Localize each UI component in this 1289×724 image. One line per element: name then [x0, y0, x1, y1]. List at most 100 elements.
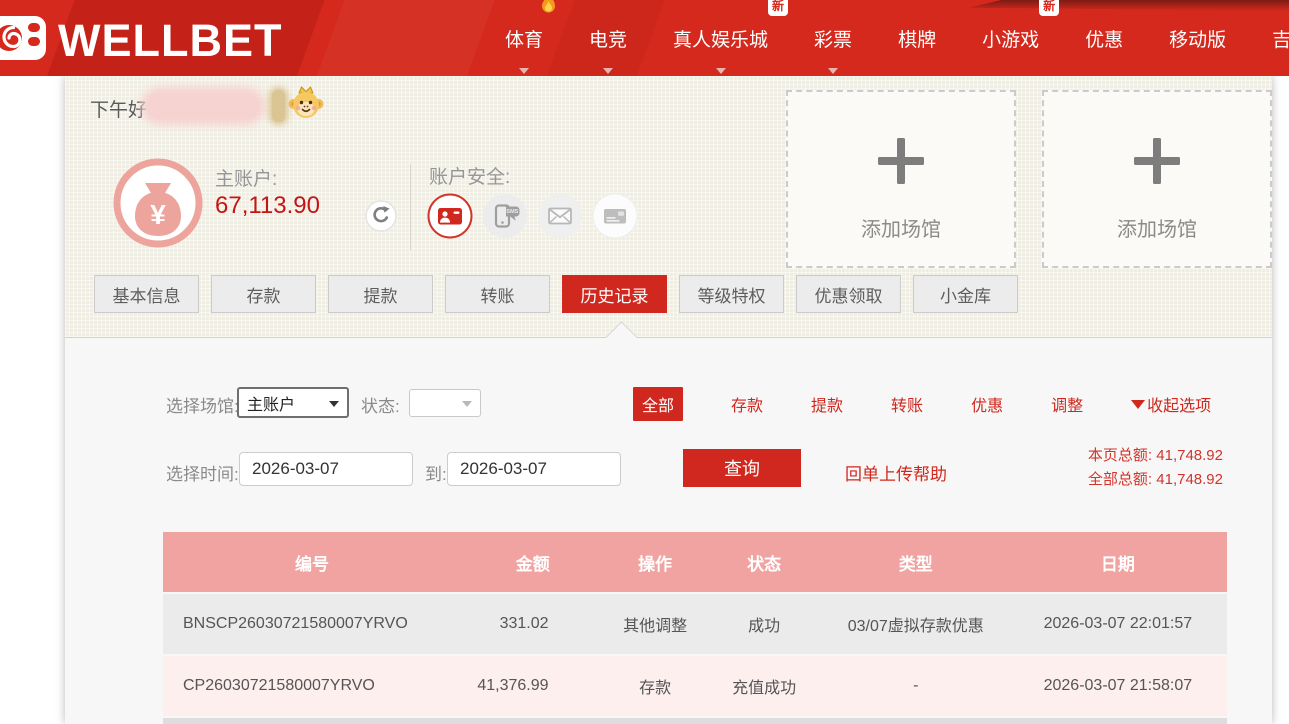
nav-item-mini-games[interactable]: 新 小游戏: [982, 25, 1039, 52]
cell-operation: 其他调整: [605, 612, 706, 636]
content-column: 下午好: [65, 76, 1272, 724]
nav-item-promotions[interactable]: 优惠: [1085, 25, 1123, 52]
refresh-balance-button[interactable]: [365, 200, 397, 237]
nav-item-sports[interactable]: 体育: [505, 25, 543, 52]
tab-vault[interactable]: 小金库: [913, 275, 1018, 313]
cell-date: 2026-03-07 22:01:57: [1009, 615, 1227, 633]
fire-icon: [540, 0, 557, 21]
date-to-input[interactable]: [447, 452, 621, 486]
type-tab-transfer[interactable]: 转账: [891, 392, 923, 416]
add-venue-label: 添加场馆: [861, 213, 941, 242]
add-venue-button[interactable]: 添加场馆: [1042, 90, 1272, 268]
account-security-label: 账户安全:: [429, 162, 510, 189]
tab-vip-privileges[interactable]: 等级特权: [679, 275, 784, 313]
header-ribbon: [312, 0, 498, 76]
col-header-amount: 金额: [461, 550, 605, 575]
receipt-upload-help-link[interactable]: 回单上传帮助: [845, 460, 947, 485]
table-row: BNSCP26030721580007YRVO 331.02 其他调整 成功 0…: [163, 594, 1227, 654]
tab-withdraw[interactable]: 提款: [328, 275, 433, 313]
nav-item-clipped[interactable]: 吉: [1272, 25, 1289, 52]
chevron-down-icon: [603, 68, 613, 74]
venue-select-label: 选择场馆:: [166, 392, 239, 417]
col-header-id: 编号: [163, 550, 461, 575]
nav-item-board-games[interactable]: 棋牌: [898, 25, 936, 52]
bank-card-icon[interactable]: [592, 193, 638, 244]
transaction-table: 编号 金额 操作 状态 类型 日期 BNSCP26030721580007YRV…: [163, 532, 1227, 724]
page-total: 本页总额: 41,748.92: [1088, 444, 1223, 468]
totals-summary: 本页总额: 41,748.92 全部总额: 41,748.92: [1088, 444, 1223, 492]
sms-icon-text: SMS: [506, 209, 518, 215]
table-header-row: 编号 金额 操作 状态 类型 日期: [163, 532, 1227, 592]
account-panel: 下午好: [65, 76, 1272, 338]
time-select-label: 选择时间:: [166, 460, 239, 485]
table-row: CP26030721580007YRVO 41,376.99 存款 充值成功 -…: [163, 656, 1227, 716]
col-header-operation: 操作: [605, 550, 706, 575]
logo-text: WELLBET: [58, 12, 282, 70]
cell-type: -: [823, 677, 1009, 695]
sms-phone-icon[interactable]: SMS: [482, 193, 528, 244]
divider: [410, 164, 411, 250]
redacted-blob: [272, 90, 285, 122]
chevron-down-icon: [828, 68, 838, 74]
transaction-type-tabs: 全部 存款 提款 转账 优惠 调整 收起选项: [633, 387, 1211, 421]
to-label: 到:: [425, 460, 447, 485]
cell-date: 2026-03-07 21:58:07: [1009, 677, 1227, 695]
cell-amount: 41,376.99: [461, 677, 605, 695]
type-tab-withdraw[interactable]: 提款: [811, 392, 843, 416]
top-navbar: WELLBET 体育 电竞 新 真人娱乐城: [0, 0, 1289, 76]
wellbet-logo-icon: [0, 9, 54, 72]
wellbet-logo[interactable]: WELLBET: [0, 9, 282, 72]
col-header-status: 状态: [706, 550, 823, 575]
type-tab-adjustment[interactable]: 调整: [1051, 392, 1083, 416]
status-select-label: 状态:: [361, 392, 400, 417]
type-tab-promo[interactable]: 优惠: [971, 392, 1003, 416]
monkey-avatar: [287, 84, 325, 125]
date-from-input[interactable]: [239, 452, 413, 486]
cell-type: 03/07虚拟存款优惠: [823, 612, 1009, 636]
cell-status: 成功: [706, 612, 823, 636]
tab-basic-info[interactable]: 基本信息: [94, 275, 199, 313]
new-badge: 新: [768, 0, 788, 16]
main-account-label: 主账户:: [215, 164, 277, 191]
chevron-down-icon: [462, 401, 472, 407]
nav-item-lottery[interactable]: 彩票: [814, 25, 852, 52]
type-tab-all[interactable]: 全部: [633, 387, 683, 421]
col-header-type: 类型: [823, 550, 1009, 575]
cell-operation: 存款: [605, 674, 706, 698]
table-row-clipped: [163, 718, 1227, 724]
id-card-icon[interactable]: [427, 193, 473, 244]
main-account-balance: 67,113.90: [215, 192, 320, 220]
greeting-text: 下午好: [90, 95, 147, 122]
cell-status: 充值成功: [706, 674, 823, 698]
chevron-down-icon: [716, 68, 726, 74]
tab-deposit[interactable]: 存款: [211, 275, 316, 313]
search-button[interactable]: 查询: [683, 449, 801, 487]
cell-id: CP26030721580007YRVO: [163, 677, 461, 695]
new-badge: 新: [1039, 0, 1059, 16]
tab-promo-claim[interactable]: 优惠领取: [796, 275, 901, 313]
plus-icon: [878, 138, 924, 189]
grand-total: 全部总额: 41,748.92: [1088, 468, 1223, 492]
venue-select[interactable]: 主账户: [237, 387, 349, 418]
page: WELLBET 体育 电竞 新 真人娱乐城: [0, 0, 1289, 724]
add-venue-button[interactable]: 添加场馆: [786, 90, 1016, 268]
type-tab-deposit[interactable]: 存款: [731, 392, 763, 416]
username-redacted: [147, 93, 259, 119]
tab-history[interactable]: 历史记录: [562, 275, 667, 313]
nav-item-esports[interactable]: 电竞: [589, 25, 627, 52]
security-icons: SMS: [427, 193, 638, 244]
nav-item-live-casino[interactable]: 新 真人娱乐城: [673, 25, 768, 52]
nav-item-mobile[interactable]: 移动版: [1169, 25, 1226, 52]
status-select[interactable]: [409, 389, 481, 417]
money-bag-icon: ¥: [113, 158, 203, 253]
collapse-options-link[interactable]: 收起选项: [1131, 392, 1211, 416]
account-tabs: 基本信息 存款 提款 转账 历史记录 等级特权 优惠领取 小金库: [94, 275, 1018, 313]
main-nav: 体育 电竞 新 真人娱乐城 彩票 棋牌 新 小游戏: [505, 0, 1289, 76]
plus-icon: [1134, 138, 1180, 189]
tab-transfer[interactable]: 转账: [445, 275, 550, 313]
cell-amount: 331.02: [461, 615, 605, 633]
yuan-symbol: ¥: [150, 199, 166, 230]
col-header-date: 日期: [1009, 550, 1227, 575]
email-icon[interactable]: [537, 193, 583, 244]
triangle-down-icon: [1131, 400, 1145, 409]
